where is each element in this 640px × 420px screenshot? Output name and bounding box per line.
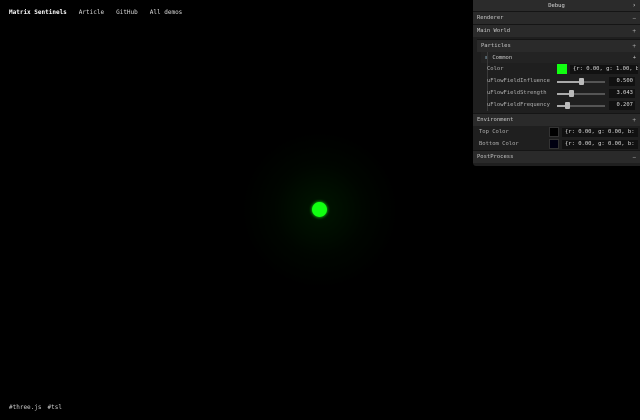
brand-link[interactable]: Matrix Sentinels xyxy=(9,9,67,16)
tag-list: #three.js #tsl xyxy=(9,404,62,411)
nav-link-github[interactable]: GitHub xyxy=(116,9,138,16)
folder-particles-label: Particles xyxy=(481,43,511,49)
folder-postprocess-label: PostProcess xyxy=(477,154,514,160)
bottom-color-value-field[interactable]: {r: 0.00, g: 0.00, b: 0.02} xyxy=(562,139,638,149)
minus-icon: − xyxy=(632,153,636,161)
minus-icon: − xyxy=(632,14,636,22)
param-strength: uFlowFieldStrength 3.043 xyxy=(481,87,640,99)
folder-postprocess[interactable]: PostProcess − xyxy=(473,150,640,163)
param-influence: uFlowFieldInfluence 0.500 xyxy=(481,75,640,87)
influence-input[interactable]: 0.500 xyxy=(609,76,635,86)
folder-renderer[interactable]: Renderer − xyxy=(473,11,640,24)
influence-slider[interactable] xyxy=(557,77,605,86)
collapse-arrow-icon[interactable]: › xyxy=(632,2,636,9)
param-bottom-color: Bottom Color {r: 0.00, g: 0.00, b: 0.02} xyxy=(473,138,640,150)
folder-environment[interactable]: Environment + xyxy=(473,113,640,126)
param-top-color: Top Color {r: 0.00, g: 0.00, b: 0.00} xyxy=(473,126,640,138)
strength-input[interactable]: 3.043 xyxy=(609,88,635,98)
main-world-content: Particles + ≡ Common + Color {r: 0.00, g… xyxy=(477,39,640,111)
frequency-input[interactable]: 0.207 xyxy=(609,100,635,110)
folder-common-label: Common xyxy=(492,54,513,61)
bottom-color-swatch[interactable] xyxy=(549,139,559,149)
folder-environment-label: Environment xyxy=(477,117,514,123)
plus-icon: + xyxy=(632,42,636,50)
color-swatch[interactable] xyxy=(557,64,567,74)
tag-threejs[interactable]: #three.js xyxy=(9,404,42,411)
debug-panel-title: Debug xyxy=(548,2,565,9)
plus-icon: + xyxy=(632,116,636,124)
param-top-color-label: Top Color xyxy=(479,129,509,135)
frequency-slider[interactable] xyxy=(557,101,605,110)
plus-icon: + xyxy=(632,27,636,35)
folder-main-world-label: Main World xyxy=(477,28,511,34)
param-frequency: uFlowFieldFrequency 0.207 xyxy=(481,99,640,111)
plus-icon: + xyxy=(632,54,636,61)
particle-orb xyxy=(312,202,327,217)
particles-content: ≡ Common + Color {r: 0.00, g: 1.00, b: 0… xyxy=(481,52,640,111)
folder-particles[interactable]: Particles + xyxy=(477,39,640,52)
folder-common[interactable]: ≡ Common + xyxy=(481,52,640,63)
top-color-swatch[interactable] xyxy=(549,127,559,137)
nav-link-article[interactable]: Article xyxy=(79,9,104,16)
param-strength-label: uFlowFieldStrength xyxy=(487,90,547,96)
tag-tsl[interactable]: #tsl xyxy=(48,404,62,411)
folder-renderer-label: Renderer xyxy=(477,15,504,21)
top-color-value-field[interactable]: {r: 0.00, g: 0.00, b: 0.00} xyxy=(562,127,638,137)
debug-panel: Debug › Renderer − Main World + Particle… xyxy=(473,0,640,166)
nav-link-all-demos[interactable]: All demos xyxy=(150,9,183,16)
folder-main-world[interactable]: Main World + xyxy=(473,24,640,37)
top-nav: Matrix Sentinels Article GitHub All demo… xyxy=(9,9,182,16)
param-color: Color {r: 0.00, g: 1.00, b: 0.00} xyxy=(481,63,640,75)
param-frequency-label: uFlowFieldFrequency xyxy=(487,102,550,108)
param-bottom-color-label: Bottom Color xyxy=(479,141,519,147)
debug-panel-header[interactable]: Debug › xyxy=(473,0,640,11)
strength-slider[interactable] xyxy=(557,89,605,98)
color-value-field[interactable]: {r: 0.00, g: 1.00, b: 0.00} xyxy=(570,64,638,74)
param-influence-label: uFlowFieldInfluence xyxy=(487,78,550,84)
param-color-label: Color xyxy=(487,66,504,72)
